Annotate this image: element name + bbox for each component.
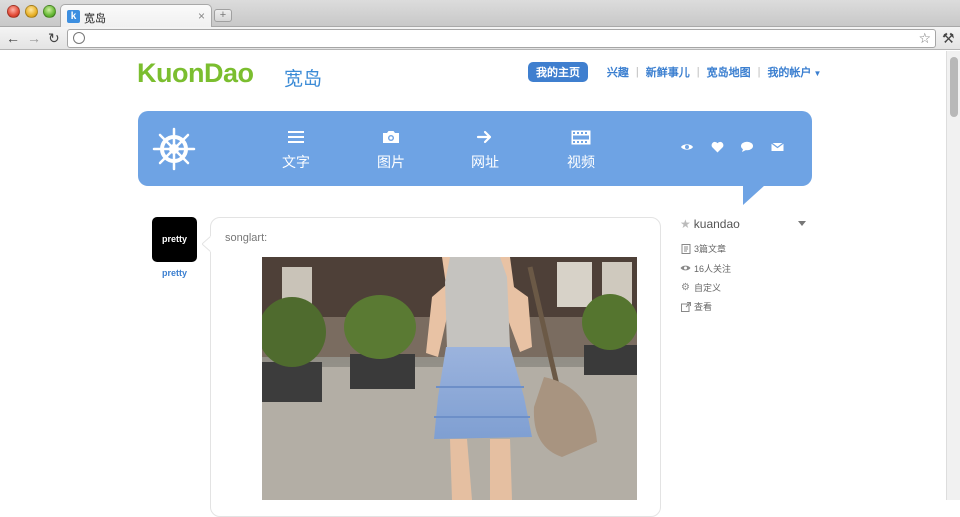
forward-icon[interactable]: → — [27, 30, 41, 46]
post-type-text-label: 文字 — [282, 154, 310, 170]
author-name[interactable]: pretty — [152, 268, 197, 278]
reload-icon[interactable]: ↻ — [48, 30, 60, 46]
zoom-window-button[interactable] — [43, 5, 56, 18]
speech-bubble-icon[interactable] — [739, 141, 755, 156]
ship-helm-icon[interactable] — [152, 127, 196, 171]
sidebar-view[interactable]: 查看 — [680, 300, 712, 313]
page-scrollbar[interactable] — [946, 51, 960, 500]
nav-divider: | — [696, 66, 700, 78]
new-tab-button[interactable]: + — [214, 9, 232, 22]
post-type-link-label: 网址 — [471, 154, 499, 170]
eye-icon[interactable] — [679, 141, 695, 155]
nav-account[interactable]: 我的帐户 ▼ — [767, 64, 821, 80]
composer-tail — [743, 185, 765, 205]
nav-interests[interactable]: 兴趣 — [607, 64, 629, 80]
sidebar-posts[interactable]: 3篇文章 — [680, 242, 726, 255]
sidebar-customize[interactable]: ⚙ 自定义 — [680, 281, 721, 294]
post-type-photo[interactable]: 图片 — [361, 130, 421, 172]
document-icon — [680, 243, 691, 254]
external-link-icon — [680, 301, 691, 312]
heart-icon[interactable] — [709, 141, 725, 156]
nav-fresh[interactable]: 新鲜事儿 — [646, 64, 690, 80]
back-icon[interactable]: ← — [6, 30, 20, 46]
browser-toolbar: ← → ↻ ☆ ⚒ — [0, 27, 960, 50]
post-type-photo-label: 图片 — [377, 154, 405, 170]
caret-down-icon[interactable] — [798, 221, 806, 226]
gear-icon: ⚙ — [681, 281, 690, 293]
post-type-text[interactable]: 文字 — [266, 130, 326, 172]
browser-tab[interactable]: k 宽岛 × — [60, 4, 212, 28]
post-type-video-label: 视频 — [567, 154, 595, 170]
film-icon — [551, 130, 611, 148]
browser-tab-bar: k 宽岛 × + — [0, 0, 960, 28]
globe-icon — [73, 32, 85, 44]
wrench-icon[interactable]: ⚒ — [942, 30, 955, 47]
nav-account-label: 我的帐户 — [767, 67, 812, 79]
tab-title: 宽岛 — [84, 13, 106, 25]
avatar[interactable]: pretty — [152, 217, 197, 262]
nav-divider: | — [635, 66, 639, 78]
address-bar[interactable]: ☆ — [67, 29, 936, 48]
minimize-window-button[interactable] — [25, 5, 38, 18]
eye-icon — [680, 264, 691, 274]
scrollbar-thumb[interactable] — [950, 57, 958, 117]
post-type-video[interactable]: 视频 — [551, 130, 611, 172]
post-source[interactable]: songlart: — [225, 232, 267, 244]
nav-my-home[interactable]: 我的主页 — [528, 62, 588, 82]
post-type-link[interactable]: 网址 — [455, 130, 515, 172]
text-lines-icon — [266, 130, 326, 148]
bookmark-star-icon[interactable]: ☆ — [918, 30, 931, 47]
favicon-icon: k — [67, 10, 80, 23]
sidebar-posts-label: 3篇文章 — [694, 244, 727, 254]
post-photo[interactable] — [262, 257, 637, 500]
sidebar-username[interactable]: ★ kuandao — [680, 217, 740, 231]
site-logo-cn[interactable]: 宽岛 — [284, 64, 322, 91]
nav-divider: | — [757, 66, 761, 78]
sidebar-customize-label: 自定义 — [694, 283, 722, 293]
post-card-tail — [202, 236, 211, 252]
top-nav: 我的主页 | 兴趣 | 新鲜事儿 | 宽岛地图 | 我的帐户▼ — [528, 62, 821, 82]
sidebar-username-label: kuandao — [693, 217, 740, 231]
star-icon[interactable]: ★ — [680, 217, 691, 231]
arrow-right-icon — [455, 130, 515, 148]
mail-icon[interactable] — [769, 141, 785, 155]
sidebar-view-label: 查看 — [694, 302, 713, 312]
close-window-button[interactable] — [7, 5, 20, 18]
sidebar-followers[interactable]: 16人关注 — [680, 262, 731, 275]
site-logo[interactable]: KuonDao — [137, 58, 254, 89]
camera-icon — [361, 130, 421, 148]
caret-down-icon: ▼ — [813, 69, 822, 78]
sidebar-followers-label: 16人关注 — [694, 264, 732, 274]
tab-close-icon[interactable]: × — [198, 9, 205, 23]
nav-map[interactable]: 宽岛地图 — [707, 64, 751, 80]
